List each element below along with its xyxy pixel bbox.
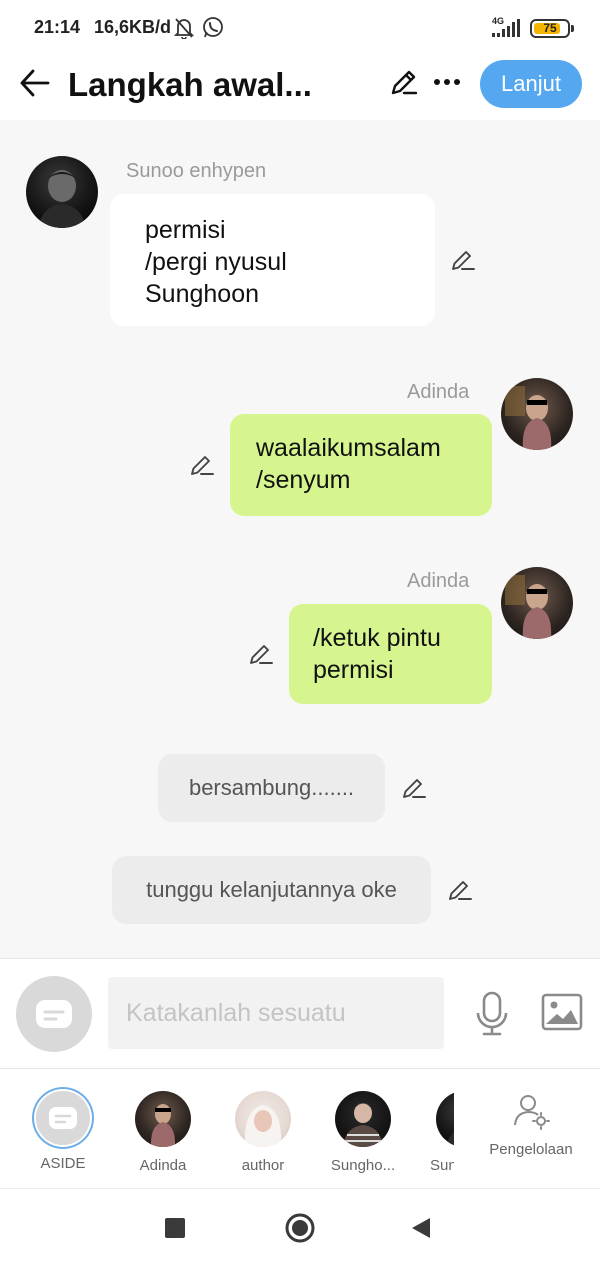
back-triangle-icon[interactable] — [410, 1216, 432, 1240]
message-line: /ketuk pintu — [313, 624, 441, 652]
microphone-icon[interactable] — [474, 991, 510, 1037]
edit-pencil-icon[interactable] — [388, 66, 420, 98]
speaker-name: Adinda — [407, 570, 470, 592]
battery-level: 75 — [543, 21, 557, 35]
more-options-icon[interactable] — [432, 70, 462, 94]
character-author[interactable]: author — [218, 1091, 308, 1174]
edit-pencil-icon[interactable] — [400, 774, 428, 802]
character-label: Sun — [430, 1157, 454, 1174]
character-adinda[interactable]: Adinda — [118, 1091, 208, 1174]
character-sunoo[interactable]: Sun — [418, 1091, 454, 1174]
manage-characters-button[interactable]: Pengelolaan — [478, 1091, 584, 1158]
system-navigation-bar — [0, 1188, 600, 1267]
avatar-adinda[interactable] — [501, 378, 573, 450]
avatar-sunoo[interactable] — [26, 156, 98, 228]
message-line: waalaikumsalam — [256, 434, 441, 462]
message-line: Sunghoon — [145, 280, 260, 308]
message-line: permisi — [313, 656, 394, 684]
speaker-name: Sunoo enhypen — [126, 160, 267, 182]
aside-icon — [36, 1000, 72, 1028]
message-bubble[interactable]: /ketuk pintu permisi — [289, 604, 492, 704]
bell-off-icon — [174, 18, 194, 39]
manage-users-icon — [514, 1095, 550, 1130]
aside-toggle-button[interactable] — [16, 976, 92, 1052]
message-line: /pergi nyusul — [145, 248, 287, 276]
back-arrow-icon[interactable] — [18, 66, 52, 100]
character-label: ASIDE — [40, 1155, 86, 1172]
edit-pencil-icon[interactable] — [247, 640, 275, 668]
message-bubble[interactable]: waalaikumsalam /senyum — [230, 414, 492, 516]
character-label: author — [241, 1157, 285, 1174]
edit-pencil-icon[interactable] — [449, 246, 477, 274]
edit-pencil-icon[interactable] — [188, 451, 216, 479]
page-title: Langkah awal... — [68, 66, 312, 103]
message-line: bersambung....... — [188, 775, 355, 800]
aside-avatar — [36, 1091, 90, 1145]
avatar — [135, 1091, 191, 1147]
message-line: permisi — [145, 216, 226, 244]
character-label: Adinda — [139, 1157, 187, 1174]
status-bar: 21:14 16,6KB/d 4G 75 — [0, 0, 600, 58]
manage-label: Pengelolaan — [489, 1141, 573, 1158]
whatsapp-icon — [203, 17, 223, 38]
narration-bubble[interactable]: tunggu kelanjutannya oke — [112, 856, 431, 924]
signal-icon: 4G — [490, 16, 524, 40]
message-input[interactable] — [108, 977, 444, 1049]
avatar — [235, 1091, 291, 1147]
chat-area[interactable]: Sunoo enhypen permisi /pergi nyusul Sung… — [0, 120, 600, 958]
message-line: tunggu kelanjutannya oke — [146, 877, 397, 902]
avatar — [335, 1091, 391, 1147]
avatar-adinda[interactable] — [501, 567, 573, 639]
message-line: /senyum — [256, 466, 351, 494]
status-time: 21:14 — [34, 17, 81, 37]
status-network-speed: 16,6KB/d — [94, 17, 172, 37]
composer-bar — [0, 958, 600, 1068]
character-sunghoon[interactable]: Sungho... — [318, 1091, 408, 1174]
character-selector: ASIDE Adinda author Sungho... Sun Pengel… — [0, 1068, 600, 1188]
avatar — [436, 1091, 454, 1147]
recent-apps-icon[interactable] — [165, 1218, 185, 1238]
message-bubble[interactable]: permisi /pergi nyusul Sunghoon — [110, 194, 435, 326]
edit-pencil-icon[interactable] — [446, 876, 474, 904]
header-bar: Langkah awal... Lanjut — [0, 58, 600, 120]
character-aside[interactable]: ASIDE — [18, 1091, 108, 1172]
image-icon[interactable] — [541, 993, 583, 1031]
character-label: Sungho... — [330, 1157, 396, 1174]
narration-bubble[interactable]: bersambung....... — [158, 754, 385, 822]
speaker-name: Adinda — [407, 381, 470, 403]
next-button[interactable]: Lanjut — [480, 60, 582, 108]
battery-icon: 75 — [530, 19, 574, 38]
home-icon[interactable] — [284, 1212, 316, 1244]
